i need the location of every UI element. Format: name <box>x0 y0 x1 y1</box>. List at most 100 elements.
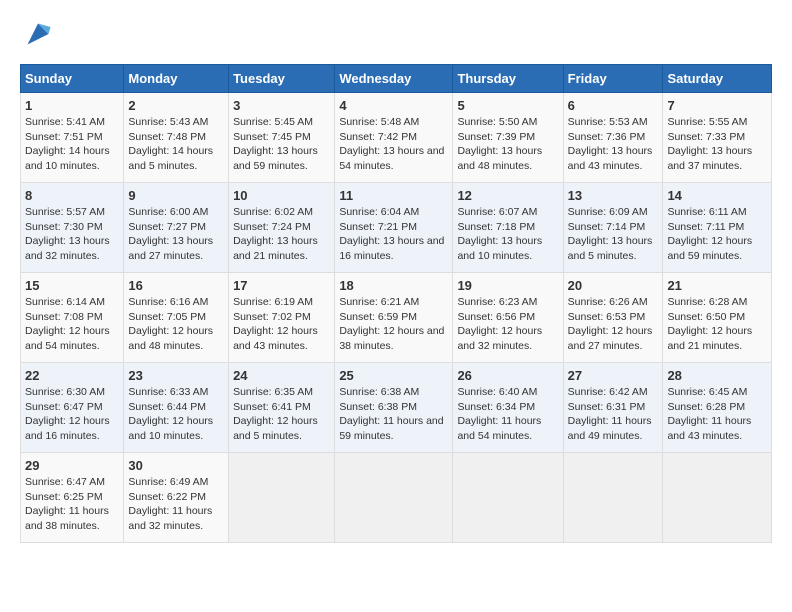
day-number: 7 <box>667 98 767 113</box>
day-info: Sunrise: 6:07 AM Sunset: 7:18 PM Dayligh… <box>457 205 558 264</box>
calendar-cell: 8 Sunrise: 5:57 AM Sunset: 7:30 PM Dayli… <box>21 183 124 273</box>
day-number: 11 <box>339 188 448 203</box>
calendar-cell: 15 Sunrise: 6:14 AM Sunset: 7:08 PM Dayl… <box>21 273 124 363</box>
day-info: Sunrise: 6:45 AM Sunset: 6:28 PM Dayligh… <box>667 385 767 444</box>
calendar-cell: 21 Sunrise: 6:28 AM Sunset: 6:50 PM Dayl… <box>663 273 772 363</box>
calendar-cell: 22 Sunrise: 6:30 AM Sunset: 6:47 PM Dayl… <box>21 363 124 453</box>
day-number: 29 <box>25 458 119 473</box>
page-header <box>20 20 772 48</box>
calendar-cell <box>563 453 663 543</box>
day-info: Sunrise: 6:02 AM Sunset: 7:24 PM Dayligh… <box>233 205 330 264</box>
col-header-saturday: Saturday <box>663 65 772 93</box>
day-number: 21 <box>667 278 767 293</box>
calendar-cell <box>229 453 335 543</box>
calendar-cell: 28 Sunrise: 6:45 AM Sunset: 6:28 PM Dayl… <box>663 363 772 453</box>
day-number: 26 <box>457 368 558 383</box>
day-number: 27 <box>568 368 659 383</box>
calendar-cell: 9 Sunrise: 6:00 AM Sunset: 7:27 PM Dayli… <box>124 183 229 273</box>
day-info: Sunrise: 6:47 AM Sunset: 6:25 PM Dayligh… <box>25 475 119 534</box>
calendar-week-row: 29 Sunrise: 6:47 AM Sunset: 6:25 PM Dayl… <box>21 453 772 543</box>
day-info: Sunrise: 6:33 AM Sunset: 6:44 PM Dayligh… <box>128 385 224 444</box>
logo-icon <box>24 20 52 48</box>
calendar-table: SundayMondayTuesdayWednesdayThursdayFrid… <box>20 64 772 543</box>
day-info: Sunrise: 6:21 AM Sunset: 6:59 PM Dayligh… <box>339 295 448 354</box>
day-number: 10 <box>233 188 330 203</box>
calendar-cell: 19 Sunrise: 6:23 AM Sunset: 6:56 PM Dayl… <box>453 273 563 363</box>
calendar-cell: 6 Sunrise: 5:53 AM Sunset: 7:36 PM Dayli… <box>563 93 663 183</box>
col-header-friday: Friday <box>563 65 663 93</box>
day-number: 12 <box>457 188 558 203</box>
calendar-week-row: 22 Sunrise: 6:30 AM Sunset: 6:47 PM Dayl… <box>21 363 772 453</box>
calendar-cell: 27 Sunrise: 6:42 AM Sunset: 6:31 PM Dayl… <box>563 363 663 453</box>
day-number: 4 <box>339 98 448 113</box>
calendar-cell <box>453 453 563 543</box>
day-info: Sunrise: 6:19 AM Sunset: 7:02 PM Dayligh… <box>233 295 330 354</box>
day-number: 17 <box>233 278 330 293</box>
calendar-cell: 2 Sunrise: 5:43 AM Sunset: 7:48 PM Dayli… <box>124 93 229 183</box>
day-number: 16 <box>128 278 224 293</box>
day-info: Sunrise: 5:50 AM Sunset: 7:39 PM Dayligh… <box>457 115 558 174</box>
day-info: Sunrise: 6:09 AM Sunset: 7:14 PM Dayligh… <box>568 205 659 264</box>
calendar-cell: 4 Sunrise: 5:48 AM Sunset: 7:42 PM Dayli… <box>335 93 453 183</box>
day-number: 14 <box>667 188 767 203</box>
day-info: Sunrise: 6:30 AM Sunset: 6:47 PM Dayligh… <box>25 385 119 444</box>
day-number: 28 <box>667 368 767 383</box>
day-info: Sunrise: 6:38 AM Sunset: 6:38 PM Dayligh… <box>339 385 448 444</box>
day-info: Sunrise: 5:57 AM Sunset: 7:30 PM Dayligh… <box>25 205 119 264</box>
calendar-cell: 5 Sunrise: 5:50 AM Sunset: 7:39 PM Dayli… <box>453 93 563 183</box>
day-number: 15 <box>25 278 119 293</box>
calendar-week-row: 8 Sunrise: 5:57 AM Sunset: 7:30 PM Dayli… <box>21 183 772 273</box>
calendar-cell: 25 Sunrise: 6:38 AM Sunset: 6:38 PM Dayl… <box>335 363 453 453</box>
calendar-cell: 30 Sunrise: 6:49 AM Sunset: 6:22 PM Dayl… <box>124 453 229 543</box>
col-header-wednesday: Wednesday <box>335 65 453 93</box>
day-number: 1 <box>25 98 119 113</box>
day-info: Sunrise: 5:43 AM Sunset: 7:48 PM Dayligh… <box>128 115 224 174</box>
calendar-cell: 3 Sunrise: 5:45 AM Sunset: 7:45 PM Dayli… <box>229 93 335 183</box>
day-number: 2 <box>128 98 224 113</box>
calendar-cell: 13 Sunrise: 6:09 AM Sunset: 7:14 PM Dayl… <box>563 183 663 273</box>
day-number: 18 <box>339 278 448 293</box>
calendar-cell: 14 Sunrise: 6:11 AM Sunset: 7:11 PM Dayl… <box>663 183 772 273</box>
col-header-monday: Monday <box>124 65 229 93</box>
day-number: 19 <box>457 278 558 293</box>
day-number: 22 <box>25 368 119 383</box>
day-info: Sunrise: 5:55 AM Sunset: 7:33 PM Dayligh… <box>667 115 767 174</box>
calendar-cell: 12 Sunrise: 6:07 AM Sunset: 7:18 PM Dayl… <box>453 183 563 273</box>
col-header-tuesday: Tuesday <box>229 65 335 93</box>
calendar-cell: 23 Sunrise: 6:33 AM Sunset: 6:44 PM Dayl… <box>124 363 229 453</box>
calendar-week-row: 15 Sunrise: 6:14 AM Sunset: 7:08 PM Dayl… <box>21 273 772 363</box>
day-info: Sunrise: 6:40 AM Sunset: 6:34 PM Dayligh… <box>457 385 558 444</box>
calendar-cell: 18 Sunrise: 6:21 AM Sunset: 6:59 PM Dayl… <box>335 273 453 363</box>
col-header-thursday: Thursday <box>453 65 563 93</box>
day-info: Sunrise: 6:49 AM Sunset: 6:22 PM Dayligh… <box>128 475 224 534</box>
day-info: Sunrise: 5:41 AM Sunset: 7:51 PM Dayligh… <box>25 115 119 174</box>
calendar-cell: 26 Sunrise: 6:40 AM Sunset: 6:34 PM Dayl… <box>453 363 563 453</box>
day-info: Sunrise: 6:04 AM Sunset: 7:21 PM Dayligh… <box>339 205 448 264</box>
day-number: 3 <box>233 98 330 113</box>
day-number: 5 <box>457 98 558 113</box>
calendar-cell: 16 Sunrise: 6:16 AM Sunset: 7:05 PM Dayl… <box>124 273 229 363</box>
day-info: Sunrise: 6:14 AM Sunset: 7:08 PM Dayligh… <box>25 295 119 354</box>
calendar-cell: 17 Sunrise: 6:19 AM Sunset: 7:02 PM Dayl… <box>229 273 335 363</box>
day-info: Sunrise: 6:35 AM Sunset: 6:41 PM Dayligh… <box>233 385 330 444</box>
logo <box>20 20 52 48</box>
calendar-week-row: 1 Sunrise: 5:41 AM Sunset: 7:51 PM Dayli… <box>21 93 772 183</box>
day-info: Sunrise: 6:42 AM Sunset: 6:31 PM Dayligh… <box>568 385 659 444</box>
calendar-cell: 10 Sunrise: 6:02 AM Sunset: 7:24 PM Dayl… <box>229 183 335 273</box>
day-number: 25 <box>339 368 448 383</box>
day-info: Sunrise: 6:11 AM Sunset: 7:11 PM Dayligh… <box>667 205 767 264</box>
calendar-cell <box>335 453 453 543</box>
calendar-cell: 1 Sunrise: 5:41 AM Sunset: 7:51 PM Dayli… <box>21 93 124 183</box>
day-number: 6 <box>568 98 659 113</box>
day-number: 24 <box>233 368 330 383</box>
day-number: 30 <box>128 458 224 473</box>
day-number: 13 <box>568 188 659 203</box>
day-number: 8 <box>25 188 119 203</box>
day-info: Sunrise: 5:45 AM Sunset: 7:45 PM Dayligh… <box>233 115 330 174</box>
calendar-cell: 7 Sunrise: 5:55 AM Sunset: 7:33 PM Dayli… <box>663 93 772 183</box>
day-info: Sunrise: 6:16 AM Sunset: 7:05 PM Dayligh… <box>128 295 224 354</box>
calendar-header: SundayMondayTuesdayWednesdayThursdayFrid… <box>21 65 772 93</box>
calendar-cell: 29 Sunrise: 6:47 AM Sunset: 6:25 PM Dayl… <box>21 453 124 543</box>
col-header-sunday: Sunday <box>21 65 124 93</box>
day-number: 9 <box>128 188 224 203</box>
